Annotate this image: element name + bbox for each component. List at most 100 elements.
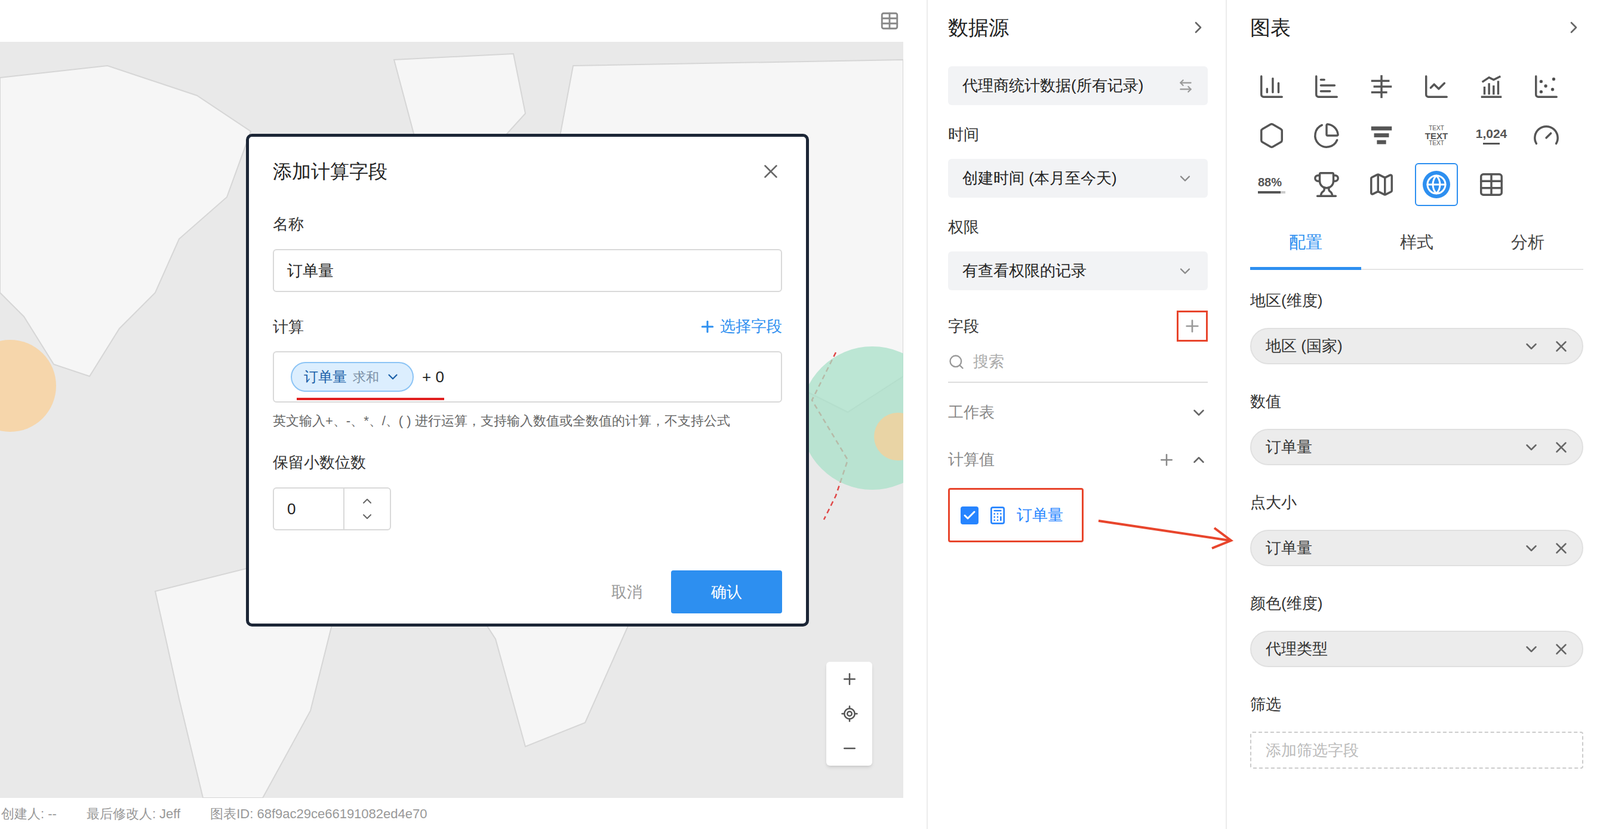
chart-type-button[interactable]: 88% [1250,162,1294,206]
remove-icon[interactable] [1552,438,1571,457]
field-group-header[interactable]: 计算值 [948,447,1208,472]
chart-type-button[interactable] [1360,114,1403,158]
globe-chart-icon [1422,170,1451,199]
scatter-chart-icon [1532,72,1560,101]
chevron-right-icon[interactable] [1564,17,1584,38]
map-bubble[interactable] [0,339,57,432]
calc-input[interactable]: 订单量求和+ 0 [272,351,783,403]
slot-label: 颜色(维度) [1250,594,1584,612]
radar-chart-icon [1257,121,1286,150]
chevron-down-icon [1176,262,1194,280]
chart-type-button[interactable]: TEXTTEXTTEXT [1414,114,1458,158]
chart-type-button[interactable] [1524,65,1568,109]
pick-field-button[interactable]: 选择字段 [698,314,783,338]
swap-icon[interactable] [1177,78,1194,94]
slot-pill[interactable]: 订单量 [1250,529,1584,566]
add-field-button[interactable] [1176,310,1208,342]
chart-type-button[interactable] [1250,65,1294,109]
chevron-down-icon[interactable] [1522,438,1541,457]
data-source-panel: 数据源代理商统计数据(所有记录)时间创建时间 (本月至今天)权限有查看权限的记录… [926,0,1226,829]
chart-type-button[interactable] [1414,162,1458,206]
chevron-down-icon [1189,403,1208,422]
locate-icon [840,704,859,723]
plus-icon [698,317,717,336]
chart-tab[interactable]: 样式 [1361,217,1473,270]
chart-type-button[interactable] [1469,65,1513,109]
map-chart-icon [1367,170,1396,199]
calc-field-item[interactable]: 订单量 [948,487,1084,543]
slot-pill[interactable]: 代理类型 [1250,630,1584,667]
bullet-chart-icon [1367,72,1396,101]
plus-icon[interactable] [1157,450,1176,469]
chart-type-button[interactable] [1305,114,1349,158]
chart-type-button[interactable] [1414,65,1458,109]
increment-icon[interactable] [360,493,375,509]
wordcloud-chart-icon: TEXTTEXTTEXT [1425,125,1448,147]
chevron-right-icon[interactable] [1188,17,1208,38]
minus-icon [840,739,859,758]
chart-tab[interactable]: 配置 [1250,217,1362,270]
slot-pill[interactable]: 地区 (国家) [1250,327,1584,365]
chart-type-button[interactable] [1524,114,1568,158]
field-group-header[interactable]: 工作表 [948,400,1208,424]
chart-tab[interactable]: 分析 [1472,217,1584,270]
annotation-arrow [0,0,1600,829]
table-view-icon[interactable] [879,10,900,32]
number-chart-icon: 1,024 [1475,126,1508,144]
locate-button[interactable] [826,696,873,731]
zoom-out-button[interactable] [826,730,873,766]
chevron-up-icon [1189,450,1208,469]
chart-type-button[interactable] [1360,162,1403,206]
field-chip[interactable]: 订单量求和 [290,361,414,392]
name-input[interactable]: 订单量 [272,248,783,292]
chart-type-button[interactable] [1360,65,1403,109]
column-chart-icon [1257,72,1286,101]
field-search[interactable]: 搜索 [948,349,1208,383]
chart-type-button[interactable] [1250,114,1294,158]
chevron-down-icon[interactable] [1522,539,1541,558]
slot-label: 数值 [1250,392,1584,411]
plus-icon [1182,316,1202,336]
checkbox[interactable] [960,506,979,525]
slot-label: 点大小 [1250,493,1584,512]
chevron-down-icon[interactable] [1522,337,1541,356]
decrement-icon[interactable] [360,509,375,524]
close-icon [759,160,783,183]
decimals-input[interactable]: 0 [272,487,392,531]
progress-chart-icon: 88% [1257,175,1286,194]
bar-chart-icon [1312,72,1341,101]
map-bubble[interactable] [874,412,904,461]
slot-pill[interactable]: 订单量 [1250,428,1584,466]
chart-title: 图表 [1250,14,1291,41]
filter-dropzone[interactable]: 添加筛选字段 [1250,731,1584,769]
chart-type-button[interactable] [1469,162,1513,206]
chart-type-button[interactable] [1305,65,1349,109]
cancel-button[interactable]: 取消 [598,580,656,604]
chart-panel: 图表TEXTTEXTTEXT1,02488%配置样式分析地区(维度)地区 (国家… [1225,0,1600,829]
chart-type-button[interactable] [1305,162,1349,206]
section-select[interactable]: 创建时间 (本月至今天) [948,158,1208,198]
zoom-in-button[interactable] [826,661,873,697]
pie-chart-icon [1312,121,1341,150]
map-bubble[interactable] [800,346,904,490]
source-select[interactable]: 代理商统计数据(所有记录) [948,66,1208,106]
remove-icon[interactable] [1552,640,1571,658]
dialog-title: 添加计算字段 [272,158,388,185]
chevron-down-icon [1176,170,1194,187]
section-select[interactable]: 有查看权限的记录 [948,251,1208,291]
chevron-down-icon[interactable] [1522,640,1541,658]
remove-icon[interactable] [1552,539,1571,558]
name-label: 名称 [272,214,783,234]
map-controls [826,661,873,766]
section-label: 权限 [948,217,1208,236]
plus-icon [840,669,859,688]
fields-header: 字段 [948,310,1208,342]
chart-tabs: 配置样式分析 [1250,217,1584,270]
chart-type-grid: TEXTTEXTTEXT 1,024 88% [1250,65,1584,206]
data-source-title: 数据源 [948,14,1009,41]
table-chart-icon [1477,170,1506,199]
close-button[interactable] [759,160,783,183]
confirm-button[interactable]: 确认 [671,570,783,614]
remove-icon[interactable] [1552,337,1571,356]
chart-type-button[interactable]: 1,024 [1469,114,1513,158]
